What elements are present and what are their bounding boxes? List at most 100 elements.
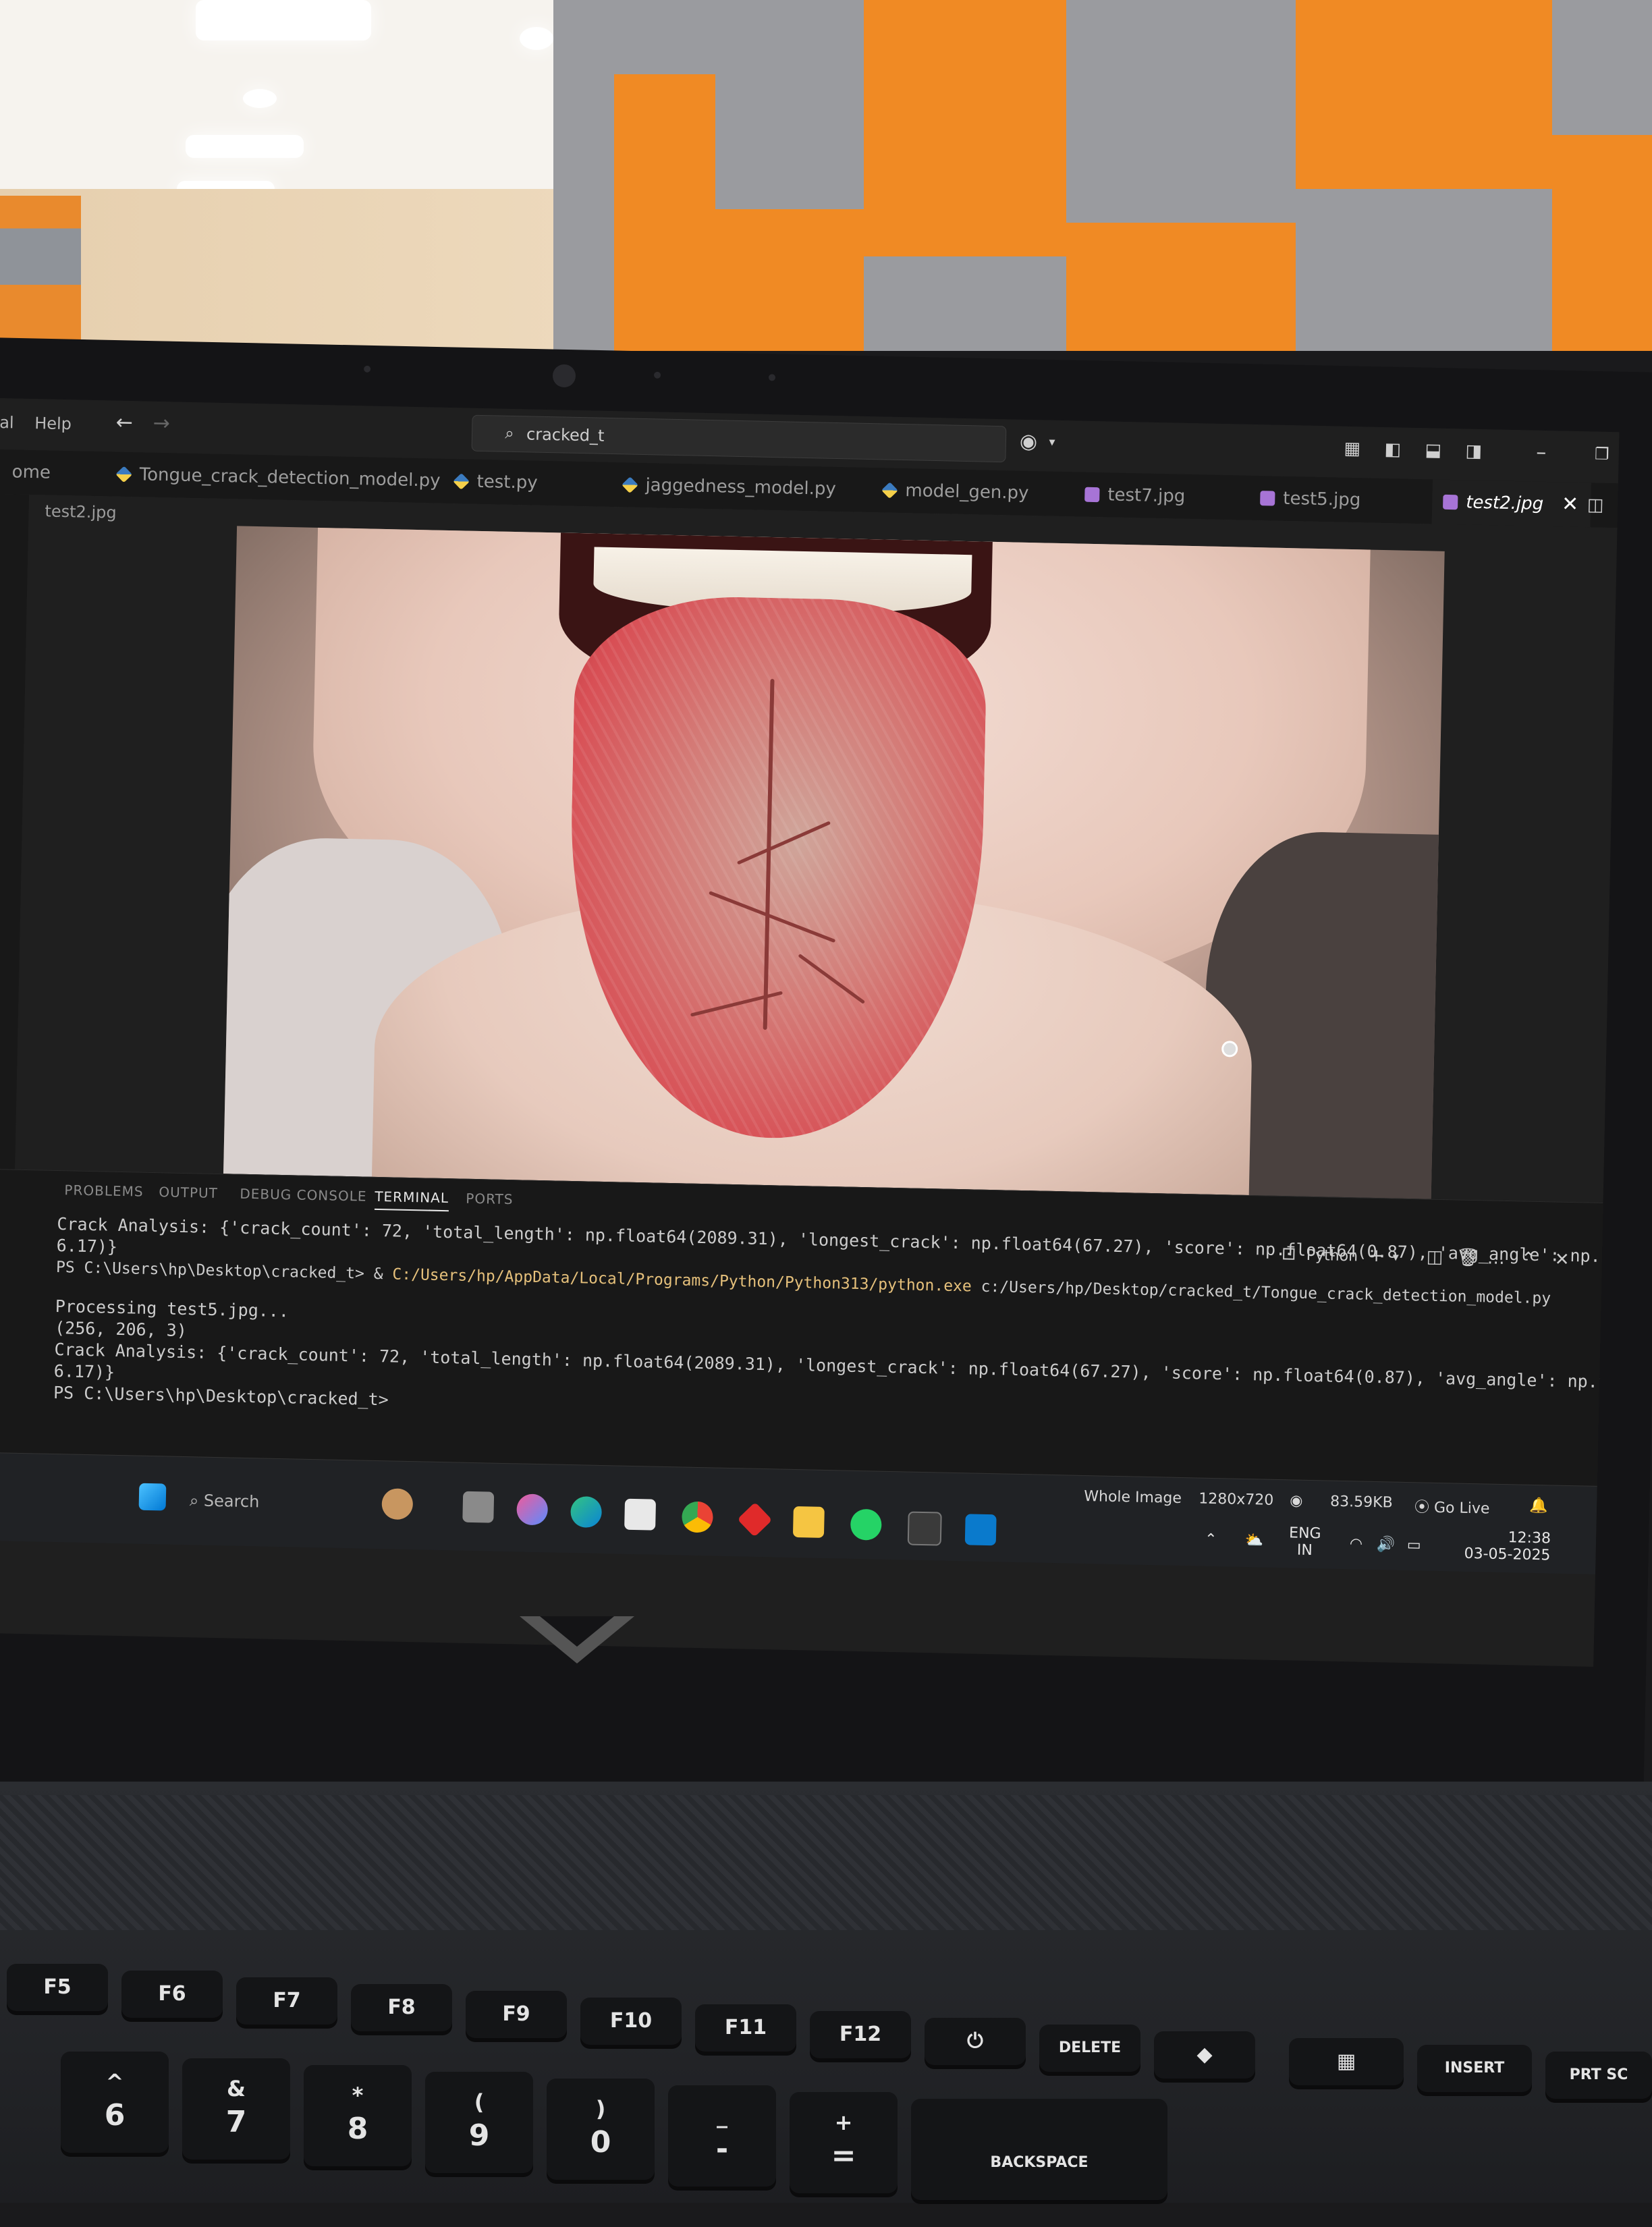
restore-icon[interactable]: ❐ (1591, 443, 1612, 464)
terminal-app-icon[interactable] (907, 1511, 942, 1546)
terminal-line: 6.17)} (56, 1236, 118, 1257)
calculator-icon[interactable]: ▦ (1289, 2038, 1404, 2085)
key-6[interactable]: ^ 6 (61, 2052, 169, 2153)
customize-layout-icon[interactable]: ▦ (1342, 439, 1363, 460)
chrome-icon[interactable] (682, 1501, 713, 1533)
volume-icon[interactable]: 🔊 (1377, 1536, 1396, 1554)
taskbar-search-label: Search (203, 1491, 260, 1512)
tab-model-gen[interactable]: model_gen.py (881, 468, 1029, 516)
key-delete[interactable]: DELETE (1039, 2025, 1140, 2072)
language-indicator[interactable]: ENG IN (1288, 1524, 1321, 1559)
key-equals[interactable]: + = (790, 2092, 898, 2193)
back-arrow-icon[interactable]: ← (114, 411, 135, 435)
key-f6[interactable]: F6 (121, 1971, 223, 2018)
toggle-secondary-sidebar-icon[interactable]: ◨ (1464, 441, 1485, 462)
terminal-line[interactable]: PS C:\Users\hp\Desktop\cracked_t> (53, 1383, 389, 1409)
close-icon[interactable]: ✕ (1561, 483, 1579, 528)
bottom-panel: PROBLEMS OUTPUT DEBUG CONSOLE TERMINAL P… (0, 1168, 1619, 1487)
key-8-shift: * (352, 2083, 364, 2108)
split-editor-icon[interactable]: ◫ (1585, 495, 1606, 516)
edge-icon[interactable] (570, 1496, 603, 1529)
tab-problems[interactable]: PROBLEMS (64, 1182, 144, 1199)
tab-label: test7.jpg (1107, 485, 1186, 507)
toggle-sidebar-icon[interactable]: ◧ (1383, 439, 1404, 460)
tab-test7-jpg[interactable]: test7.jpg (1084, 472, 1186, 519)
task-view-icon[interactable] (462, 1491, 495, 1523)
search-text: cracked_t (526, 424, 605, 445)
toggle-panel-icon[interactable]: ⬓ (1423, 440, 1444, 461)
taskbar-search[interactable]: ⌕ Search (190, 1491, 260, 1511)
tab-debug-console[interactable]: DEBUG CONSOLE (240, 1186, 367, 1205)
app-icon[interactable] (737, 1502, 773, 1537)
key-f5[interactable]: F5 (7, 1964, 108, 2011)
tab-tongue-crack-detection-model[interactable]: Tongue_crack_detection_model.py (115, 452, 441, 503)
tab-welcome[interactable]: ome (11, 449, 51, 495)
laptop-logo (540, 1616, 614, 1647)
copilot-icon[interactable]: ◉ (1290, 1492, 1303, 1509)
store-icon[interactable] (624, 1498, 657, 1531)
chevron-up-icon[interactable]: ⌃ (1205, 1531, 1217, 1548)
vscode-icon[interactable] (964, 1514, 997, 1546)
key-0[interactable]: ) 0 (547, 2079, 655, 2180)
acoustic-tile-wall (553, 0, 1652, 351)
command-center-search[interactable]: ⌕ cracked_t (471, 414, 1007, 463)
tab-test-py[interactable]: test.py (453, 459, 538, 505)
clock-date: 03-05-2025 (1464, 1545, 1551, 1564)
key-f12[interactable]: F12 (810, 2011, 911, 2058)
tab-output[interactable]: OUTPUT (159, 1184, 218, 1201)
menu-item-help[interactable]: Help (34, 414, 72, 433)
weather-icon[interactable]: ⛅ (1245, 1532, 1264, 1549)
key-f8[interactable]: F8 (351, 1984, 452, 2031)
tab-terminal[interactable]: TERMINAL (374, 1188, 449, 1212)
go-live-label: Go Live (1433, 1499, 1490, 1518)
terminal-prompt: PS C:\Users\hp\Desktop\cracked_t> & (55, 1259, 393, 1284)
tab-test5-jpg[interactable]: test5.jpg (1260, 476, 1361, 522)
image-file-icon (1443, 494, 1458, 510)
key-insert[interactable]: INSERT (1417, 2045, 1532, 2092)
key-prtsc[interactable]: PRT SC (1545, 2052, 1652, 2099)
breadcrumb[interactable]: test2.jpg (45, 501, 117, 522)
windows-start-icon[interactable] (138, 1483, 167, 1511)
key-8[interactable]: * 8 (304, 2065, 412, 2166)
key-f7[interactable]: F7 (236, 1977, 337, 2025)
wifi-icon[interactable]: ◠ (1350, 1535, 1363, 1552)
tab-label: model_gen.py (905, 480, 1029, 503)
file-explorer-icon[interactable] (792, 1506, 825, 1538)
chevron-down-icon[interactable]: ▾ (1042, 432, 1063, 453)
sensor-dot (364, 365, 371, 373)
key-7[interactable]: & 7 (182, 2058, 290, 2160)
copilot-icon[interactable]: ◉ (1018, 430, 1039, 454)
bell-icon[interactable]: 🔔 (1529, 1497, 1548, 1515)
key-9[interactable]: (9 (425, 2072, 533, 2173)
laptop-screen: al Help ← → ⌕ cracked_t ◉ ▾ ▦ ◧ ⬓ ◨ – ❐ … (0, 398, 1620, 1667)
widgets-icon[interactable] (381, 1488, 414, 1520)
tab-ports[interactable]: PORTS (466, 1190, 514, 1207)
tab-test2-jpg[interactable]: test2.jpg ✕ (1431, 479, 1591, 528)
whatsapp-icon[interactable] (850, 1508, 882, 1541)
menu-item-terminal[interactable]: al (0, 413, 14, 432)
key-f10[interactable]: F10 (580, 1998, 682, 2045)
keyboard: F5 F6 F7 F8 F9 F10 F11 F12 ⏻ DELETE ◆ ▦ … (0, 1782, 1652, 2203)
tab-label: ome (11, 462, 51, 483)
tab-jaggedness-model[interactable]: jaggedness_model.py (622, 462, 837, 512)
copilot-app-icon[interactable] (516, 1493, 549, 1526)
key-backspace[interactable]: BACKSPACE (911, 2099, 1167, 2200)
image-file-icon (1084, 487, 1100, 503)
clock[interactable]: 12:38 03-05-2025 (1464, 1529, 1551, 1564)
key-minus[interactable]: _ - (668, 2085, 776, 2187)
key-f9[interactable]: F9 (466, 1991, 567, 2038)
minimize-icon[interactable]: – (1531, 441, 1551, 464)
status-view-mode[interactable]: Whole Image (1084, 1488, 1182, 1507)
go-live-button[interactable]: ⦿ Go Live (1414, 1495, 1490, 1518)
key-0-shift: ) (595, 2096, 606, 2122)
key-7-shift: & (227, 2076, 246, 2101)
search-icon: ⌕ (505, 423, 515, 443)
room-background (0, 0, 1652, 351)
omen-key-icon[interactable]: ◆ (1154, 2031, 1255, 2079)
key-f11[interactable]: F11 (695, 2004, 796, 2052)
battery-icon[interactable]: ▭ (1407, 1537, 1421, 1554)
forward-arrow-icon[interactable]: → (151, 412, 172, 436)
power-icon[interactable]: ⏻ (925, 2018, 1026, 2065)
key-6-shift: ^ (105, 2069, 124, 2095)
ceiling-light (186, 135, 304, 158)
